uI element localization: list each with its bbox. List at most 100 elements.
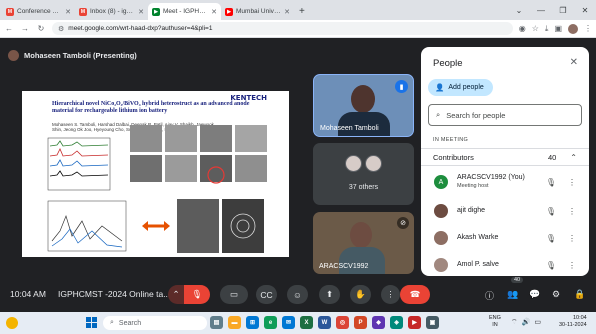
participant-row[interactable]: Akash Warke 🎙 ⋮ — [421, 227, 589, 249]
volume-icon[interactable]: 🔊 — [522, 318, 531, 327]
more-options-icon[interactable]: ⋮ — [568, 178, 576, 187]
forward-icon[interactable]: → — [20, 24, 30, 33]
more-options-button[interactable]: ⋮ — [381, 285, 400, 304]
bookmark-star-icon[interactable]: ☆ — [532, 24, 539, 33]
language-indicator[interactable]: ENG IN — [489, 315, 501, 329]
self-video-tile[interactable]: ▮ Mohaseen Tamboli — [313, 74, 414, 137]
participant-role: Meeting host — [457, 183, 489, 189]
file-explorer-icon[interactable]: ▬ — [228, 316, 241, 329]
back-icon[interactable]: ← — [4, 24, 14, 33]
close-panel-icon[interactable]: ✕ — [570, 57, 578, 68]
camera-icon[interactable]: ◉ — [519, 24, 526, 33]
participant-row[interactable]: A ARACSCV1992 (You) Meeting host 🎙 ⋮ — [421, 171, 589, 193]
minimize-button[interactable]: — — [530, 0, 552, 20]
meeting-controls-bar: 10:04 AM IGPHCMST -2024 Online ta... ⌃ 🎙… — [0, 276, 596, 312]
participant-row[interactable]: Amol P. salve 🎙 ⋮ — [421, 254, 589, 276]
maximize-button[interactable]: ❐ — [552, 0, 574, 20]
store-icon[interactable]: ⊞ — [246, 316, 259, 329]
tab-title: Mumbai University Song | — [236, 8, 281, 15]
battery-icon[interactable]: ▭ — [534, 318, 541, 327]
taskbar-clock[interactable]: 10:04 30-11-2024 — [559, 315, 587, 329]
present-screen-button[interactable]: ⬆ — [319, 285, 340, 304]
leave-call-button[interactable]: ☎ — [400, 285, 430, 304]
close-tab-icon[interactable]: ✕ — [65, 8, 71, 16]
close-tab-icon[interactable]: ✕ — [138, 8, 144, 16]
search-icon: ⌕ — [436, 110, 441, 119]
browser-tab-conference[interactable]: M Conference online Link - ksparc ✕ — [2, 3, 75, 20]
gmail-favicon-icon: M — [79, 7, 87, 16]
windows-start-icon[interactable] — [86, 317, 97, 328]
host-controls-icon[interactable]: 🔒 — [574, 289, 585, 300]
captions-button[interactable]: CC — [256, 285, 277, 304]
browser-tab-youtube[interactable]: ▶ Mumbai University Song | ✕ — [221, 3, 294, 20]
audio-options-button[interactable]: ⌃ — [168, 285, 184, 304]
mail-icon[interactable]: ✉ — [282, 316, 295, 329]
contributors-section-toggle[interactable]: Contributors 40 ⌃ — [421, 148, 589, 166]
people-icon[interactable]: 👥 — [507, 289, 518, 300]
chrome-icon[interactable]: ◎ — [336, 316, 349, 329]
taskbar-search-placeholder: Search — [118, 319, 142, 327]
browser-tab-inbox[interactable]: M Inbox (8) - igphcmst2024@gm ✕ — [75, 3, 148, 20]
others-tile[interactable]: 37 others — [313, 143, 414, 205]
participant-avatar — [434, 204, 448, 218]
app-icon[interactable]: ◆ — [372, 316, 385, 329]
speaking-indicator-icon: ▮ — [395, 80, 408, 93]
search-icon: ⌕ — [110, 319, 114, 326]
mic-off-icon[interactable]: 🎙 — [546, 261, 556, 270]
taskbar-search-input[interactable]: ⌕ Search — [103, 316, 207, 330]
close-tab-icon[interactable]: ✕ — [284, 8, 290, 16]
chat-icon[interactable]: 💬 — [529, 289, 540, 300]
activities-icon[interactable]: ⚙ — [552, 289, 560, 300]
close-tab-icon[interactable]: ✕ — [211, 8, 217, 16]
app-icon[interactable]: ▶ — [408, 316, 421, 329]
participant-name: ARACSCV1992 (You) — [457, 174, 525, 181]
url-field[interactable]: ⚙ meet.google.com/wrt-haad-dxp?authuser=… — [52, 22, 513, 35]
meet-favicon-icon: ▶ — [152, 7, 160, 16]
camera-toggle-button[interactable]: ▭ — [220, 285, 248, 304]
more-options-icon[interactable]: ⋮ — [568, 261, 576, 270]
people-search-input[interactable]: ⌕ Search for people — [428, 104, 582, 126]
profile-avatar[interactable] — [568, 23, 578, 34]
meeting-title: IGPHCMST -2024 Online ta... — [58, 289, 171, 299]
participant-name: Akash Warke — [457, 234, 499, 241]
add-people-button[interactable]: 👤 Add people — [428, 79, 493, 96]
app-icon[interactable]: ▣ — [426, 316, 439, 329]
task-view-icon[interactable]: ▤ — [210, 316, 223, 329]
microphone-toggle-button[interactable]: 🎙 — [184, 285, 210, 304]
edge-icon[interactable]: e — [264, 316, 277, 329]
close-window-button[interactable]: ✕ — [574, 0, 596, 20]
mic-off-icon[interactable]: 🎙 — [546, 207, 556, 216]
powerpoint-icon[interactable]: P — [354, 316, 367, 329]
people-search-placeholder: Search for people — [446, 110, 506, 120]
browser-tab-meet[interactable]: ▶ Meet - IGPHCMST -2024 Or ✕ — [148, 3, 221, 20]
more-options-icon[interactable]: ⋮ — [568, 234, 576, 243]
excel-icon[interactable]: X — [300, 316, 313, 329]
toolbar-right: ◉ ☆ ⤓ ▣ ⋮ — [519, 23, 592, 34]
word-icon[interactable]: W — [318, 316, 331, 329]
raise-hand-button[interactable]: ✋ — [350, 285, 371, 304]
reactions-button[interactable]: ☺ — [287, 285, 308, 304]
participant-row[interactable]: ajit dighe 🎙 ⋮ — [421, 200, 589, 222]
presenter-label: Mohaseen Tamboli (Presenting) — [8, 50, 137, 61]
aracscv-video-tile[interactable]: ⊘ ARACSCV1992 — [313, 212, 414, 274]
meeting-details-icon[interactable]: ⓘ — [485, 289, 494, 302]
app-icon[interactable]: ◈ — [390, 316, 403, 329]
more-options-icon[interactable]: ⋮ — [568, 207, 576, 216]
download-icon[interactable]: ⤓ — [545, 24, 549, 34]
tab-search-icon[interactable]: ⌄ — [508, 0, 530, 20]
menu-icon[interactable]: ⋮ — [584, 24, 592, 33]
mic-off-icon[interactable]: 🎙 — [546, 178, 556, 187]
new-tab-button[interactable]: + — [294, 6, 310, 20]
taskbar-apps: ▤ ▬ ⊞ e ✉ X W ◎ P ◆ ◈ ▶ ▣ — [210, 316, 439, 329]
site-info-icon[interactable]: ⚙ — [58, 25, 64, 33]
extensions-icon[interactable]: ▣ — [554, 24, 562, 33]
in-meeting-heading: IN MEETING — [433, 137, 469, 143]
weather-icon[interactable] — [6, 317, 18, 329]
reload-icon[interactable]: ↻ — [36, 24, 46, 33]
mic-off-icon: ⊘ — [397, 217, 409, 229]
mic-off-icon[interactable]: 🎙 — [546, 234, 556, 243]
add-person-icon: 👤 — [435, 83, 445, 92]
wifi-icon[interactable]: ⌔ — [511, 318, 518, 327]
participant-name: Amol P. salve — [457, 261, 499, 268]
language-code: ENG — [489, 315, 501, 321]
